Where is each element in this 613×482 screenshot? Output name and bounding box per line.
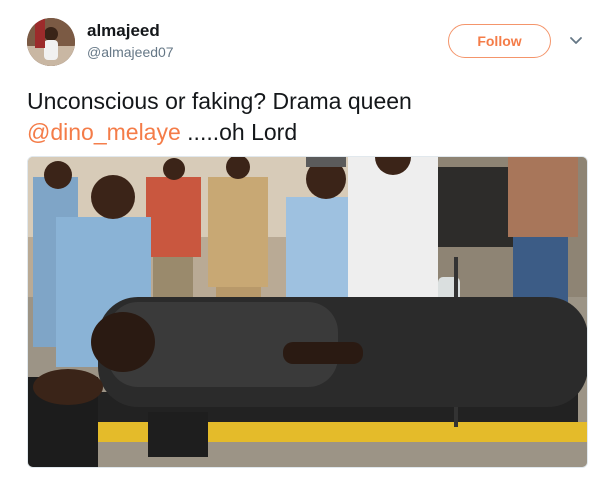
follow-button[interactable]: Follow <box>448 24 551 58</box>
display-name[interactable]: almajeed <box>87 20 174 42</box>
tweet-photo[interactable] <box>27 156 588 468</box>
tweet-card: almajeed @almajeed07 Follow Unconscious … <box>0 0 613 482</box>
mention-link[interactable]: @dino_melaye <box>27 119 181 145</box>
tweet-text-start: Unconscious or faking? Drama queen <box>27 88 412 114</box>
tweet-text-end: .....oh Lord <box>180 119 298 145</box>
chevron-down-icon[interactable] <box>568 33 584 49</box>
avatar[interactable] <box>27 18 75 66</box>
user-block: almajeed @almajeed07 <box>87 20 174 62</box>
tweet-text: Unconscious or faking? Drama queen @dino_… <box>27 86 587 148</box>
user-handle[interactable]: @almajeed07 <box>87 42 174 62</box>
